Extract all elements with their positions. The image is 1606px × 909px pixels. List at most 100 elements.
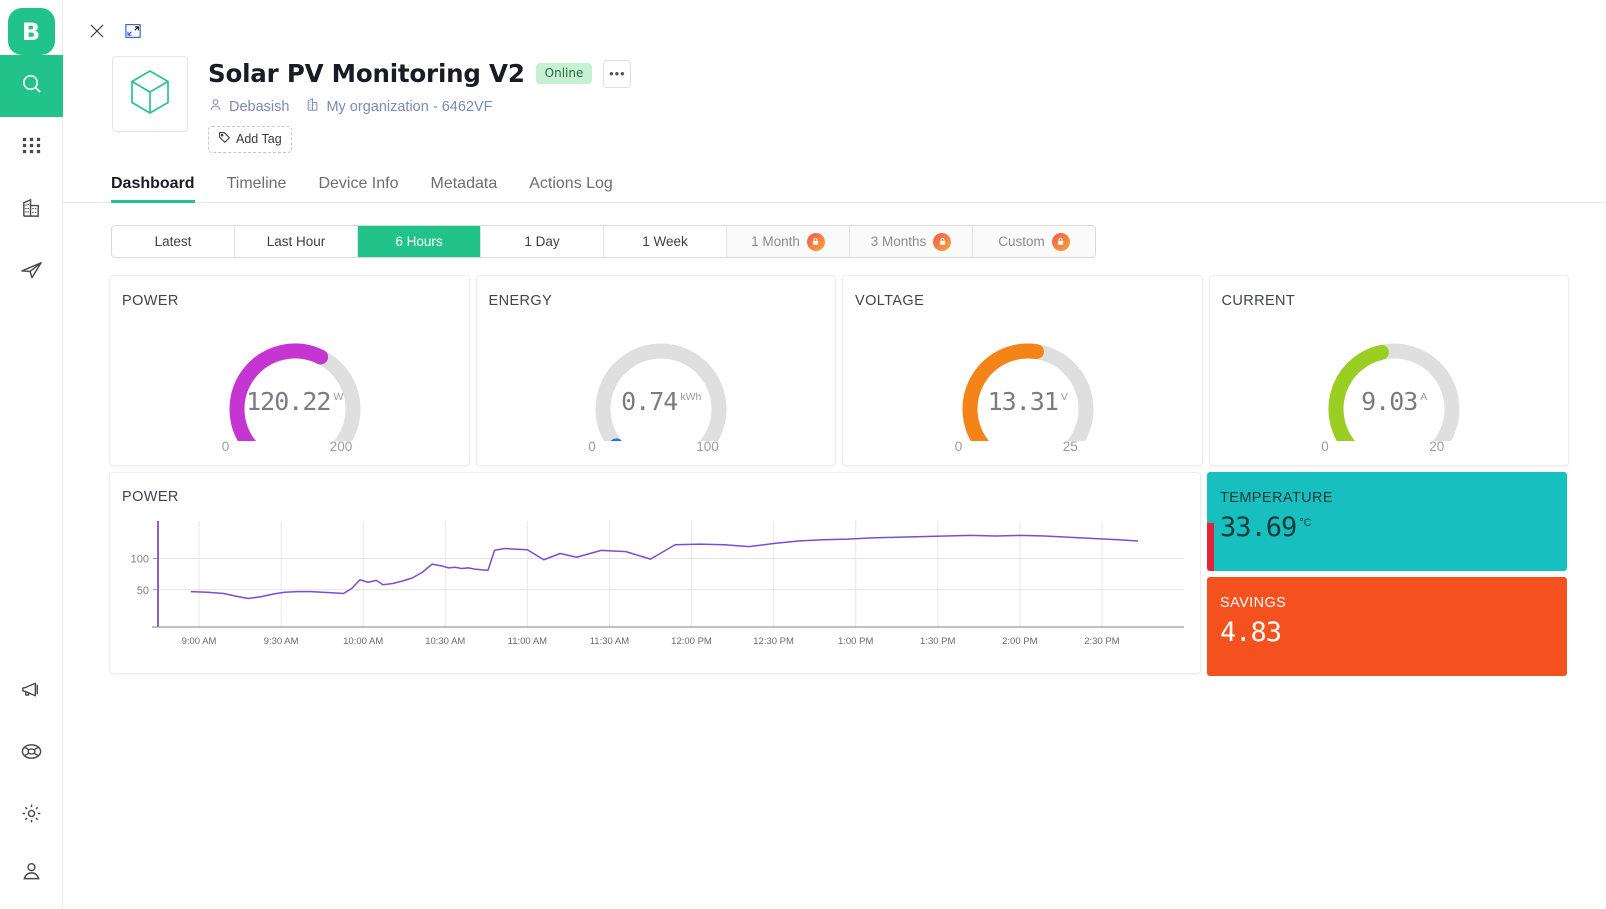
stat-value: 4.83 (1220, 617, 1281, 648)
range-option-label: Last Hour (267, 234, 326, 249)
gauge-unit: W (333, 391, 343, 403)
stat-card-temperature: TEMPERATURE33.69°C (1207, 472, 1567, 571)
stat-value-group: 4.83 (1220, 617, 1567, 648)
range-option-latest[interactable]: Latest (112, 226, 235, 257)
device-title-row: Solar PV Monitoring V2 Online ••• (208, 59, 631, 88)
tab-dashboard[interactable]: Dashboard (111, 175, 195, 202)
chart-x-tick-label: 1:00 PM (838, 636, 873, 647)
tab-metadata[interactable]: Metadata (431, 175, 498, 202)
range-option-label: 1 Month (751, 234, 800, 249)
power-chart-card: POWER 50100 9:00 AM9:30 AM10:00 AM10:30 … (109, 472, 1201, 674)
left-sidebar: B (0, 0, 63, 909)
gauge-min-label: 0 (1321, 439, 1329, 454)
gauge-value-group: 120.22W (246, 387, 343, 416)
range-option-label: 3 Months (871, 234, 927, 249)
close-icon[interactable] (85, 19, 109, 43)
chart-svg: 50 100 (120, 515, 1190, 637)
gauge-wrapper: 0.74kWh0100 (488, 309, 836, 457)
sidebar-item-organization[interactable] (0, 179, 63, 241)
gauge-value: 13.31 (988, 387, 1058, 416)
gauge-card-energy: ENERGY0.74kWh0100 (476, 275, 837, 466)
chart-y-tick-label: 100 (131, 554, 149, 566)
range-option-last-hour[interactable]: Last Hour (235, 226, 358, 257)
gauge-min-label: 0 (222, 439, 230, 454)
sidebar-item-messages[interactable] (0, 241, 63, 303)
chart-x-tick-label: 9:30 AM (264, 636, 299, 647)
gauge-wrapper: 9.03A020 (1221, 309, 1569, 457)
sidebar-item-search[interactable] (0, 55, 63, 117)
tab-device-info[interactable]: Device Info (318, 175, 398, 202)
gauge-max-label: 200 (330, 439, 353, 454)
device-thumbnail (112, 56, 188, 132)
more-options-button[interactable]: ••• (603, 60, 631, 88)
add-tag-button[interactable]: Add Tag (208, 126, 292, 153)
range-option-label: 1 Week (642, 234, 688, 249)
range-option-1-day[interactable]: 1 Day (481, 226, 604, 257)
range-option-3-months[interactable]: 3 Months (850, 226, 973, 257)
search-icon (20, 72, 43, 100)
stat-value-group: 33.69°C (1220, 512, 1567, 543)
gauge-unit: V (1061, 391, 1068, 403)
expand-collapse-icon[interactable] (121, 19, 145, 43)
time-range-selector: Latest Last Hour 6 Hours 1 Day 1 Week 1 Month… (111, 225, 1096, 258)
cube-icon (129, 69, 171, 120)
gear-icon (20, 802, 43, 830)
gauge-card-current: CURRENT9.03A020 (1209, 275, 1570, 466)
gauge-value-group: 13.31V (988, 387, 1068, 416)
sidebar-item-apps[interactable] (0, 117, 63, 179)
gauge-wrapper: 120.22W 0 200 (121, 309, 469, 457)
gauge-value-group: 9.03A (1361, 387, 1427, 416)
chart-x-tick-label: 11:00 AM (508, 636, 547, 647)
gauge-min-label: 0 (955, 439, 963, 454)
stat-cards-column: TEMPERATURE33.69°C SAVINGS 4.83 (1207, 472, 1567, 676)
sidebar-item-support[interactable] (0, 723, 63, 785)
gauge-unit: A (1420, 391, 1427, 403)
user-icon (20, 859, 43, 887)
chart-x-tick-label: 10:30 AM (425, 636, 465, 647)
device-meta: Solar PV Monitoring V2 Online ••• Debasi… (208, 56, 631, 153)
page-title: Solar PV Monitoring V2 (208, 59, 525, 88)
app-root: B (0, 0, 1606, 909)
stat-accent-bar (1207, 523, 1214, 571)
megaphone-icon (20, 678, 43, 706)
main-content: Solar PV Monitoring V2 Online ••• Debasi… (63, 0, 1606, 909)
sidebar-item-settings[interactable] (0, 785, 63, 847)
range-option-1-week[interactable]: 1 Week (604, 226, 727, 257)
gauge-card-voltage: VOLTAGE13.31V025 (842, 275, 1203, 466)
range-option-6-hours[interactable]: 6 Hours (358, 226, 481, 257)
gauge-value-group: 0.74kWh (621, 387, 701, 416)
range-option-custom[interactable]: Custom (973, 226, 1095, 257)
gauge-min-label: 0 (588, 439, 596, 454)
chart-x-tick-label: 2:00 PM (1002, 636, 1037, 647)
range-option-1-month[interactable]: 1 Month (727, 226, 850, 257)
stat-unit: °C (1299, 517, 1311, 529)
range-option-label: 6 Hours (395, 234, 442, 249)
tab-actions-log[interactable]: Actions Log (529, 175, 613, 202)
status-badge: Online (536, 63, 593, 84)
device-owner-label: Debasish (229, 99, 289, 115)
tab-timeline[interactable]: Timeline (227, 175, 287, 202)
device-organization[interactable]: My organization - 6462VF (305, 97, 492, 116)
device-organization-label: My organization - 6462VF (326, 99, 492, 115)
gauge-value: 0.74 (621, 387, 677, 416)
add-tag-label: Add Tag (236, 132, 282, 146)
lock-icon (933, 233, 951, 251)
chart-title: POWER (121, 489, 1200, 505)
brand-logo[interactable]: B (8, 8, 55, 55)
gauge-unit: kWh (680, 391, 701, 403)
lifebuoy-icon (20, 740, 43, 768)
chart-x-tick-label: 2:30 PM (1084, 636, 1119, 647)
lock-icon (807, 233, 825, 251)
sidebar-item-announcements[interactable] (0, 661, 63, 723)
stat-card-title: SAVINGS (1220, 595, 1567, 611)
chart-x-tick-label: 1:30 PM (920, 636, 955, 647)
chart-x-tick-label: 11:30 AM (590, 636, 629, 647)
power-line-chart[interactable]: 50 100 (120, 515, 1190, 642)
gauge-arc (220, 321, 370, 441)
chart-x-tick-label: 12:00 PM (671, 636, 712, 647)
gauge-card-title: CURRENT (1221, 293, 1569, 309)
chart-y-tick-label: 50 (137, 585, 149, 597)
gauge-wrapper: 13.31V025 (854, 309, 1202, 457)
sidebar-item-account[interactable] (0, 847, 63, 909)
device-owner[interactable]: Debasish (208, 97, 289, 116)
